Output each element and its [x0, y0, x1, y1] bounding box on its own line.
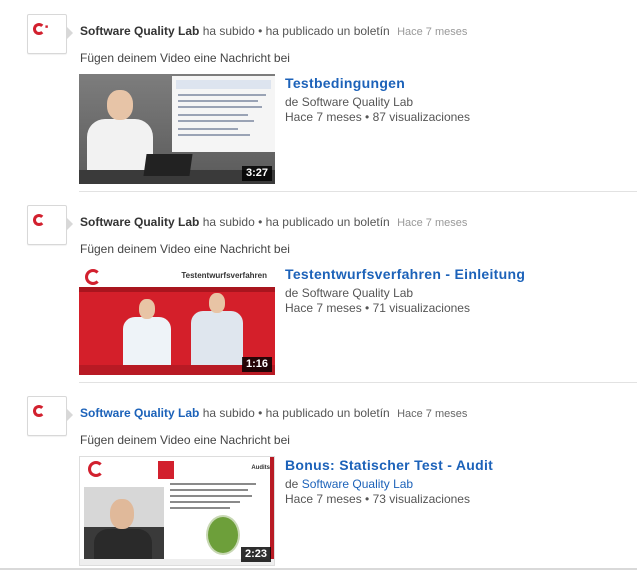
activity-time: Hace 7 meses — [397, 408, 468, 420]
video-uploader: de Software Quality Lab — [285, 286, 413, 300]
activity-message: Fügen deinem Video eine Nachricht bei — [80, 242, 290, 256]
video-title-link[interactable]: Testbedingungen — [285, 75, 405, 91]
video-duration: 3:27 — [241, 166, 272, 181]
activity-time: Hace 7 meses — [397, 217, 468, 229]
video-uploader: de Software Quality Lab — [285, 477, 413, 491]
channel-avatar[interactable] — [27, 205, 73, 245]
feed-item: Software Quality Lab ha subido • ha publ… — [0, 382, 637, 572]
video-thumbnail[interactable]: Testentwurfsverfahren 1:16 — [79, 265, 275, 375]
activity-time: Hace 7 meses — [397, 26, 468, 38]
presenter-inset — [84, 487, 164, 559]
activity-header: Software Quality Lab ha subido • ha publ… — [80, 215, 467, 229]
video-age: Hace 7 meses — [285, 492, 362, 506]
video-views: 71 visualizaciones — [372, 301, 470, 315]
video-meta: Hace 7 meses • 73 visualizaciones — [285, 492, 470, 506]
feed-item: ■ Software Quality Lab ha subido • ha pu… — [0, 0, 637, 192]
video-duration: 1:16 — [241, 357, 272, 372]
slide-title: Testentwurfsverfahren — [181, 271, 267, 280]
logo-icon — [88, 461, 104, 477]
by-prefix: de — [285, 286, 299, 300]
meta-separator: • — [365, 301, 370, 315]
video-title-link[interactable]: Bonus: Statischer Test - Audit — [285, 457, 493, 473]
video-age: Hace 7 meses — [285, 110, 362, 124]
video-views: 87 visualizaciones — [372, 110, 470, 124]
activity-action: ha subido • ha publicado un boletín — [202, 24, 390, 38]
activity-action: ha subido • ha publicado un boletín — [202, 406, 390, 420]
video-thumbnail[interactable]: Audits 2:23 — [79, 456, 275, 566]
logo-icon — [33, 405, 45, 417]
video-thumbnail[interactable]: 3:27 — [79, 74, 275, 184]
meta-separator: • — [365, 492, 370, 506]
channel-link[interactable]: Software Quality Lab — [80, 406, 199, 420]
slide-image — [172, 76, 275, 152]
logo-icon: ■ — [45, 24, 49, 30]
logo-icon — [33, 23, 45, 35]
uploader-link[interactable]: Software Quality Lab — [302, 286, 413, 300]
by-prefix: de — [285, 95, 299, 109]
logo-icon — [85, 269, 101, 285]
slide-label: Audits — [251, 465, 270, 471]
activity-action: ha subido • ha publicado un boletín — [202, 215, 390, 229]
activity-header: Software Quality Lab ha subido • ha publ… — [80, 24, 467, 38]
meta-separator: • — [365, 110, 370, 124]
by-prefix: de — [285, 477, 299, 491]
video-views: 73 visualizaciones — [372, 492, 470, 506]
video-title-link[interactable]: Testentwurfsverfahren - Einleitung — [285, 266, 525, 282]
channel-avatar[interactable] — [27, 396, 73, 436]
logo-icon — [33, 214, 45, 226]
video-duration: 2:23 — [240, 547, 271, 562]
uploader-link[interactable]: Software Quality Lab — [302, 477, 413, 491]
channel-link[interactable]: Software Quality Lab — [80, 215, 199, 229]
channel-avatar[interactable]: ■ — [27, 14, 73, 54]
activity-message: Fügen deinem Video eine Nachricht bei — [80, 433, 290, 447]
video-age: Hace 7 meses — [285, 301, 362, 315]
feed-item: Software Quality Lab ha subido • ha publ… — [0, 191, 637, 383]
video-uploader: de Software Quality Lab — [285, 95, 413, 109]
uploader-link[interactable]: Software Quality Lab — [302, 95, 413, 109]
video-meta: Hace 7 meses • 87 visualizaciones — [285, 110, 470, 124]
channel-link[interactable]: Software Quality Lab — [80, 24, 199, 38]
magnifier-icon — [206, 515, 240, 555]
activity-message: Fügen deinem Video eine Nachricht bei — [80, 51, 290, 65]
video-meta: Hace 7 meses • 71 visualizaciones — [285, 301, 470, 315]
activity-header: Software Quality Lab ha subido • ha publ… — [80, 406, 467, 420]
